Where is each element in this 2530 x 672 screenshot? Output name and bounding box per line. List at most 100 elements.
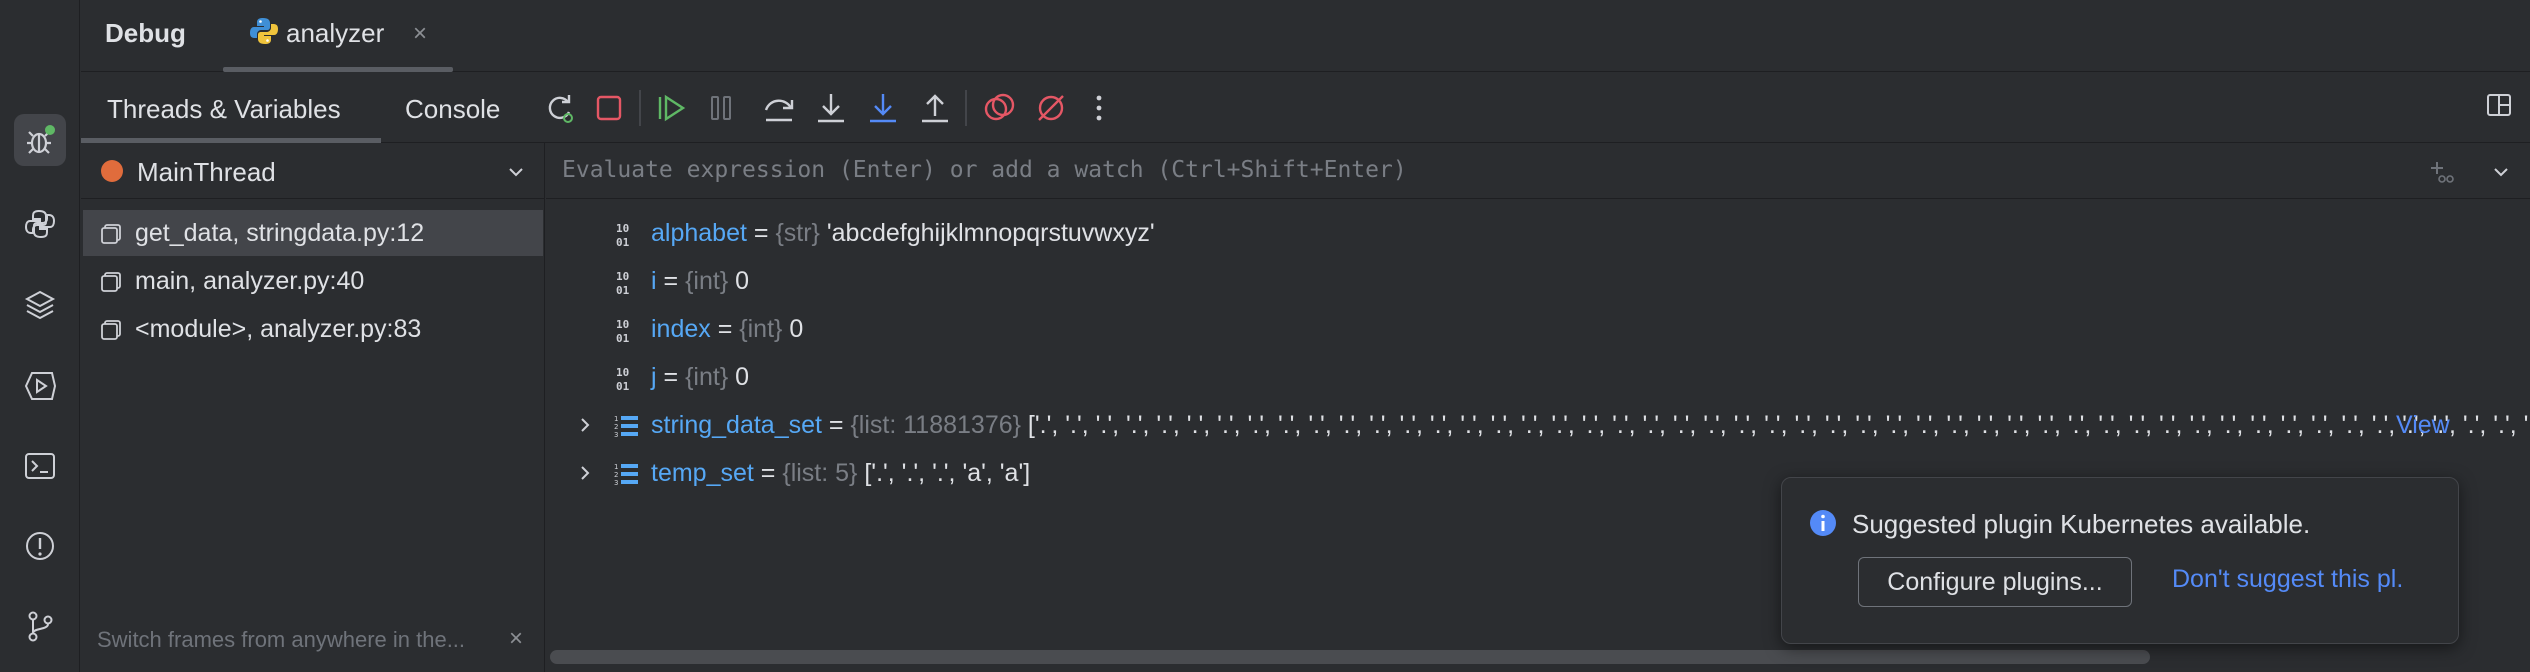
terminal-tool-button[interactable]: [14, 440, 66, 492]
stop-icon[interactable]: [591, 90, 627, 126]
variable-value: 0: [728, 267, 750, 295]
chevron-right-icon[interactable]: [576, 464, 594, 482]
dont-suggest-link[interactable]: Don't suggest this pl.: [2172, 565, 2403, 594]
thread-name: MainThread: [137, 157, 276, 187]
svg-text:01: 01: [616, 332, 630, 344]
toolbar-separator: [639, 90, 641, 126]
variable-row[interactable]: 10 01 j = {int} 0: [546, 354, 2530, 402]
list-value-icon: 1 2 3: [614, 463, 638, 487]
variable-eq: =: [821, 411, 851, 439]
problems-icon: [26, 532, 54, 560]
problems-tool-button[interactable]: [14, 520, 66, 572]
svg-text:10: 10: [616, 318, 629, 331]
python-icon: [24, 209, 56, 239]
frame-label: <module>, analyzer.py:83: [135, 315, 422, 343]
variable-row[interactable]: 1 2 3 string_data_set = {list: 11881376}…: [546, 402, 2530, 450]
more-icon[interactable]: [1081, 90, 1117, 126]
frame-item[interactable]: <module>, analyzer.py:83: [83, 306, 543, 352]
stack-frame-icon: [101, 224, 121, 244]
svg-text:01: 01: [616, 236, 630, 248]
variable-eq: =: [753, 459, 783, 487]
primitive-value-icon: 10 01: [616, 222, 630, 248]
variable-type: {str}: [775, 219, 820, 247]
variable-name: index: [651, 315, 711, 343]
chevron-down-icon: [509, 168, 523, 177]
git-branch-icon: [28, 611, 53, 642]
info-icon: [1810, 510, 1836, 536]
pause-icon[interactable]: [703, 90, 739, 126]
chevron-down-icon[interactable]: [2490, 161, 2512, 183]
layers-tool-button[interactable]: [14, 278, 66, 330]
evaluate-bar: [546, 143, 2530, 199]
layers-icon: [24, 290, 56, 320]
svg-text:3: 3: [614, 479, 618, 487]
services-run-icon: [24, 372, 57, 400]
frame-item[interactable]: main, analyzer.py:40: [83, 258, 543, 304]
stack-frame-icon: [101, 320, 121, 340]
tab-threads-variables[interactable]: Threads & Variables: [107, 94, 341, 125]
chevron-right-icon[interactable]: [576, 416, 594, 434]
svg-text:2: 2: [614, 423, 618, 431]
svg-text:10: 10: [616, 222, 629, 235]
evaluate-expression-input[interactable]: [562, 157, 1862, 183]
variable-eq: =: [746, 219, 776, 247]
svg-text:01: 01: [616, 380, 630, 392]
horizontal-scrollbar[interactable]: [550, 650, 2150, 664]
configure-plugins-button[interactable]: Configure plugins...: [1858, 557, 2132, 607]
variable-eq: =: [656, 267, 686, 295]
step-out-icon[interactable]: [917, 90, 953, 126]
variable-row[interactable]: 10 01 index = {int} 0: [546, 306, 2530, 354]
run-config-tab[interactable]: analyzer ×: [223, 0, 453, 72]
stack-frame-icon: [101, 272, 121, 292]
step-over-icon[interactable]: [761, 90, 797, 126]
tool-window-title: Debug: [105, 18, 186, 48]
close-tab-icon[interactable]: ×: [413, 20, 427, 48]
step-into-my-code-icon[interactable]: [865, 90, 901, 126]
python-console-button[interactable]: [14, 198, 66, 250]
svg-text:01: 01: [616, 284, 630, 296]
terminal-icon: [25, 453, 55, 479]
services-tool-button[interactable]: [14, 360, 66, 412]
debug-tool-button[interactable]: [14, 114, 66, 166]
toolbar-separator: [965, 90, 967, 126]
variable-eq: =: [656, 363, 686, 391]
threads-panel: MainThread get_data, stringdata.py:12 ma…: [81, 143, 545, 672]
view-value-link[interactable]: View: [2396, 411, 2450, 440]
thread-selector[interactable]: MainThread: [81, 143, 545, 199]
frame-item[interactable]: get_data, stringdata.py:12: [83, 210, 543, 256]
git-tool-button[interactable]: [14, 600, 66, 652]
frame-label: main, analyzer.py:40: [135, 267, 365, 295]
variable-value: ['.', '.', '.', 'a', 'a']: [857, 459, 1031, 487]
frames-hint: Switch frames from anywhere in the...: [97, 627, 466, 652]
debug-bug-icon: [27, 125, 55, 154]
svg-text:10: 10: [616, 270, 629, 283]
variable-eq: =: [710, 315, 740, 343]
svg-text:10: 10: [616, 366, 629, 379]
close-hint-icon[interactable]: ×: [509, 625, 523, 653]
list-value-icon: 1 2 3: [614, 415, 638, 439]
tab-console[interactable]: Console: [405, 94, 500, 125]
mute-breakpoints-icon[interactable]: [1033, 90, 1069, 126]
variable-row[interactable]: 10 01 alphabet = {str} 'abcdefghijklmnop…: [546, 210, 2530, 258]
python-file-icon: [250, 18, 278, 44]
variable-name: temp_set: [651, 459, 754, 487]
run-tab-label: analyzer: [286, 18, 385, 48]
add-watch-icon[interactable]: [2428, 159, 2454, 185]
variable-type: {list: 5}: [782, 459, 858, 487]
variable-value: 0: [728, 363, 750, 391]
variable-name: string_data_set: [651, 411, 822, 439]
variable-value: 0: [782, 315, 804, 343]
svg-text:2: 2: [614, 471, 618, 479]
variable-row[interactable]: 10 01 i = {int} 0: [546, 258, 2530, 306]
view-breakpoints-icon[interactable]: [981, 90, 1017, 126]
primitive-value-icon: 10 01: [616, 270, 630, 296]
layout-settings-icon[interactable]: [2484, 90, 2514, 120]
step-into-icon[interactable]: [813, 90, 849, 126]
svg-text:1: 1: [614, 463, 618, 471]
rerun-icon[interactable]: [541, 90, 577, 126]
variable-value: ['.', '.', '.', '.', '.', '.', '.', '.',…: [1027, 411, 2530, 439]
resume-icon[interactable]: [653, 90, 689, 126]
svg-text:3: 3: [614, 431, 618, 439]
variable-type: {list: 11881376}: [850, 411, 1021, 439]
svg-text:1: 1: [614, 415, 618, 423]
